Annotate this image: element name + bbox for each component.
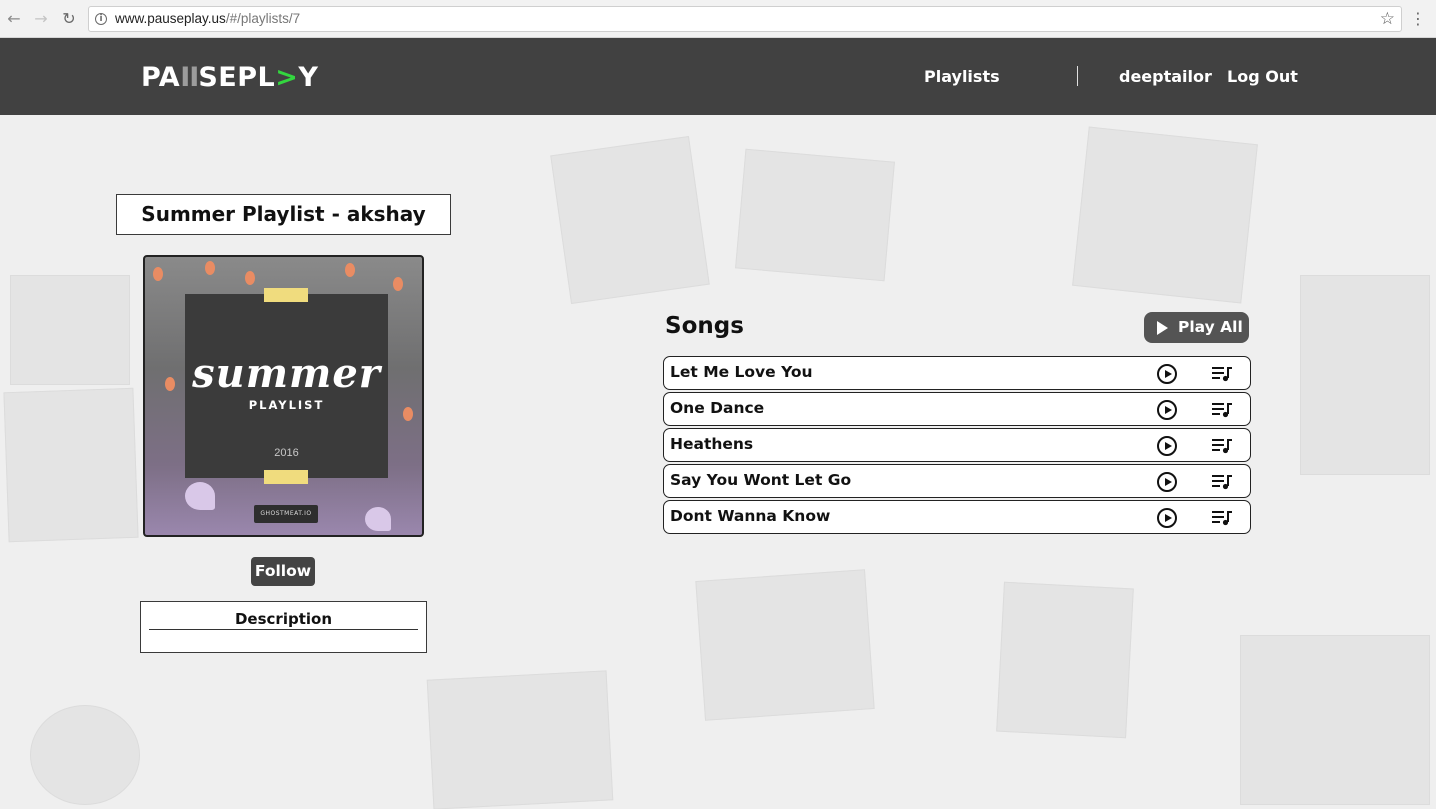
- add-to-queue-icon[interactable]: [1212, 402, 1232, 418]
- logo-part: Y: [298, 62, 319, 93]
- logo-part: PA: [141, 62, 181, 93]
- play-circle-icon[interactable]: [1157, 364, 1177, 384]
- playlist-cover-image: summer PLAYLIST 2016 GHOSTMEAT.IO: [143, 255, 424, 537]
- site-header: PAIISEPL>Y Playlists deeptailor Log Out: [0, 38, 1436, 115]
- song-row[interactable]: Dont Wanna Know: [663, 500, 1251, 534]
- play-circle-icon[interactable]: [1157, 508, 1177, 528]
- play-circle-icon[interactable]: [1157, 436, 1177, 456]
- reload-icon[interactable]: ↻: [59, 9, 79, 29]
- bg-album-tile: [426, 670, 614, 809]
- song-row[interactable]: Say You Wont Let Go: [663, 464, 1251, 498]
- song-title: Dont Wanna Know: [670, 507, 831, 525]
- cover-tape: [264, 470, 308, 484]
- playlist-title: Summer Playlist - akshay: [116, 194, 451, 235]
- cover-petal: [365, 507, 391, 531]
- bookmark-star-icon[interactable]: ☆: [1380, 9, 1395, 29]
- bg-album-tile: [10, 275, 130, 385]
- song-row[interactable]: Let Me Love You: [663, 356, 1251, 390]
- cover-flower: [345, 263, 355, 277]
- play-icon: [1157, 321, 1168, 335]
- bg-album-tile: [735, 148, 895, 282]
- cover-flower: [153, 267, 163, 281]
- cover-flower: [245, 271, 255, 285]
- cover-script-text: summer: [192, 350, 381, 397]
- song-row[interactable]: Heathens: [663, 428, 1251, 462]
- cover-flower: [393, 277, 403, 291]
- add-to-queue-icon[interactable]: [1212, 438, 1232, 454]
- song-row[interactable]: One Dance: [663, 392, 1251, 426]
- cover-credit: GHOSTMEAT.IO: [254, 505, 318, 523]
- bg-album-tile: [1300, 275, 1430, 475]
- bg-album-tile: [3, 387, 139, 543]
- nav-username-link[interactable]: deeptailor: [1119, 67, 1212, 86]
- add-to-queue-icon[interactable]: [1212, 366, 1232, 382]
- cover-petal: [185, 482, 215, 510]
- bg-album-tile: [30, 705, 140, 805]
- description-box: Description: [140, 601, 427, 653]
- song-title: Let Me Love You: [670, 363, 813, 381]
- description-divider: [149, 629, 418, 630]
- nav-playlists-link[interactable]: Playlists: [924, 67, 1000, 86]
- cover-flower: [205, 261, 215, 275]
- pauseplay-logo[interactable]: PAIISEPL>Y: [141, 62, 318, 93]
- song-title: Heathens: [670, 435, 754, 453]
- logo-play-arrow: >: [275, 62, 299, 93]
- cover-card: summer PLAYLIST 2016: [185, 288, 388, 484]
- url-text[interactable]: www.pauseplay.us/#/playlists/7: [115, 11, 300, 26]
- play-circle-icon[interactable]: [1157, 472, 1177, 492]
- songs-heading: Songs: [665, 313, 744, 339]
- song-list: Let Me Love You One Dance Heathens Say You …: [663, 356, 1251, 536]
- nav-logout-link[interactable]: Log Out: [1227, 67, 1298, 86]
- play-all-button[interactable]: Play All: [1144, 312, 1249, 343]
- cover-flower: [165, 377, 175, 391]
- back-arrow-icon[interactable]: ←: [4, 9, 24, 29]
- cover-year: 2016: [274, 447, 299, 459]
- address-bar[interactable]: i www.pauseplay.us/#/playlists/7 ☆: [88, 6, 1402, 32]
- bg-album-tile: [550, 135, 710, 305]
- cover-tape: [264, 288, 308, 302]
- nav-divider: [1077, 66, 1078, 86]
- add-to-queue-icon[interactable]: [1212, 510, 1232, 526]
- url-host: www.pauseplay.us: [115, 11, 226, 26]
- song-title: One Dance: [670, 399, 765, 417]
- cover-subtitle: PLAYLIST: [248, 398, 325, 412]
- bg-album-tile: [1072, 126, 1258, 304]
- forward-arrow-icon[interactable]: →: [31, 9, 51, 29]
- browser-toolbar: ← → ↻ i www.pauseplay.us/#/playlists/7 ☆…: [0, 0, 1436, 38]
- play-circle-icon[interactable]: [1157, 400, 1177, 420]
- logo-pause-bars: II: [180, 62, 199, 93]
- bg-album-tile: [695, 569, 875, 721]
- info-icon[interactable]: i: [95, 13, 107, 25]
- browser-menu-icon[interactable]: ⋮: [1410, 9, 1426, 29]
- add-to-queue-icon[interactable]: [1212, 474, 1232, 490]
- bg-album-tile: [1240, 635, 1430, 805]
- song-title: Say You Wont Let Go: [670, 471, 852, 489]
- cover-flower: [403, 407, 413, 421]
- follow-button[interactable]: Follow: [251, 557, 315, 586]
- description-heading: Description: [234, 610, 333, 628]
- url-path: /#/playlists/7: [225, 11, 301, 26]
- logo-part: SEPL: [198, 62, 276, 93]
- play-all-label: Play All: [1178, 318, 1243, 336]
- bg-album-tile: [996, 581, 1134, 739]
